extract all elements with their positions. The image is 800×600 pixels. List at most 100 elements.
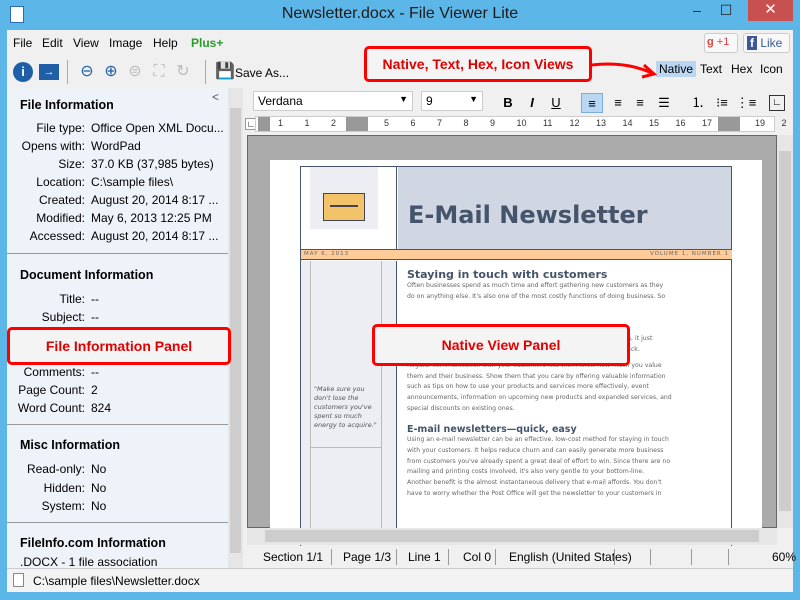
file-path-bar: C:\sample files\Newsletter.docx (7, 568, 793, 592)
zoom-in-icon[interactable]: ⊕ (101, 62, 121, 82)
align-right-icon[interactable]: ≡ (607, 93, 629, 113)
menu-view[interactable]: View (73, 36, 99, 50)
misc-info-label: Hidden: (43, 480, 85, 495)
paragraph-line: have to worry whether the Post Office wi… (407, 489, 662, 497)
tab-hex[interactable]: Hex (728, 61, 755, 77)
tab-text[interactable]: Text (697, 61, 725, 77)
fileinfo-heading: FileInfo.com Information (20, 536, 166, 550)
paragraph-line: mailing and printing costs involved, it'… (407, 468, 645, 476)
ruler-tick-label: 7 (437, 118, 443, 128)
header-banner: E-Mail Newsletter (398, 167, 731, 249)
file-info-value: August 20, 2014 8:17 ... (91, 193, 219, 207)
paragraph-line: do on anything else. It's also one of th… (407, 292, 666, 300)
underline-button[interactable]: U (545, 93, 567, 113)
views-annotation: Native, Text, Hex, Icon Views (364, 46, 592, 82)
document-horizontal-scrollbar[interactable] (247, 528, 777, 545)
bullet-list-icon[interactable]: ⁝≡ (711, 93, 733, 113)
menu-image[interactable]: Image (109, 36, 142, 50)
ruler-tick-label: 14 (622, 118, 633, 128)
justify-icon[interactable]: ☰ (653, 93, 675, 113)
menu-help[interactable]: Help (153, 36, 178, 50)
italic-button[interactable]: I (521, 93, 543, 113)
file-info-label: Opens with: (21, 139, 85, 153)
ruler-tick-label: 13 (596, 118, 607, 128)
ruler-tick-label: 9 (490, 118, 496, 128)
facebook-icon: f (747, 36, 757, 50)
doc-info-value: -- (91, 365, 99, 379)
minimize-button[interactable]: – (683, 0, 711, 21)
paragraph-line: Another benefit is the almost instantane… (407, 479, 662, 486)
paragraph-line: with your customers. It helps reduce chu… (407, 446, 664, 454)
doc-info-value: 824 (91, 401, 112, 415)
file-info-value: Office Open XML Docu... (91, 121, 224, 135)
ruler-margin[interactable] (258, 117, 270, 131)
file-info-label: Created: (38, 193, 85, 207)
ruler-tick-label: 10 (516, 118, 527, 128)
google-plus-button[interactable]: g +1 (704, 33, 738, 53)
menu-file[interactable]: File (13, 36, 32, 50)
paragraph-line: special discounts on existing ones. (407, 404, 515, 412)
font-select[interactable]: Verdana ▼ (253, 91, 413, 111)
envelope-icon (323, 193, 365, 221)
maximize-button[interactable]: ☐ (712, 0, 740, 21)
zoom-out-icon[interactable]: ⊖ (77, 62, 97, 82)
file-info-label: Location: (36, 175, 85, 189)
menu-plus[interactable]: Plus+ (191, 36, 223, 50)
numbered-list-icon[interactable]: ⒈ (687, 93, 709, 113)
close-button[interactable]: ✕ (748, 0, 793, 21)
ruler-margin[interactable] (718, 117, 740, 131)
collapse-panel-button[interactable]: < (212, 90, 219, 104)
ruler-tick-label: 5 (384, 118, 390, 128)
file-association[interactable]: .DOCX - 1 file association (20, 555, 157, 569)
document-vertical-scrollbar[interactable] (777, 135, 793, 528)
open-folder-icon[interactable]: → (39, 64, 59, 80)
sidebar-column: "Make sure you don't lose the customers … (301, 261, 397, 541)
doc-info-value: 2 (91, 383, 98, 397)
save-icon[interactable]: 💾 (215, 62, 235, 82)
tab-stop-icon[interactable]: ∟ (769, 95, 785, 111)
align-center-icon[interactable]: ≡ (629, 93, 651, 113)
status-page: Page 1/3 (343, 550, 392, 564)
ruler-tick-label: 8 (463, 118, 469, 128)
file-info-label: File type: (36, 121, 85, 135)
misc-info-value: No (91, 499, 107, 513)
doc-info-value: -- (91, 310, 99, 324)
bold-button[interactable]: B (497, 93, 519, 113)
paragraph-line: such as tips on how to use your products… (407, 383, 649, 391)
document-icon (13, 573, 24, 587)
tab-icon[interactable]: Icon (757, 61, 786, 77)
save-as-button[interactable]: Save As... (235, 66, 289, 80)
rotate-icon[interactable]: ↻ (173, 62, 193, 82)
menu-edit[interactable]: Edit (42, 36, 63, 50)
ruler-tick-label: 16 (675, 118, 686, 128)
article: Staying in touch with customers Often bu… (407, 268, 727, 499)
ruler[interactable]: 112356789101112131415161718192 (255, 116, 787, 132)
tab-native[interactable]: Native (656, 61, 697, 77)
font-size-select[interactable]: 9 ▼ (421, 91, 483, 111)
paragraph-line: them and their business. Show them that … (407, 372, 666, 380)
doc-info-label: Page Count: (18, 383, 85, 397)
paragraph-line: Using an e-mail newsletter can be an eff… (407, 436, 669, 444)
facebook-like-button[interactable]: f Like (743, 33, 790, 53)
file-path: C:\sample files\Newsletter.docx (33, 574, 200, 588)
misc-info-label: System: (41, 499, 85, 513)
status-zoom: 60% (772, 550, 797, 564)
ruler-tick-label: 6 (410, 118, 416, 128)
article-heading-2: E-mail newsletters—quick, easy (407, 424, 577, 436)
doc-info-heading: Document Information (20, 268, 154, 282)
doc-info-label: Subject: (41, 310, 85, 324)
fit-icon[interactable]: ⛶ (149, 62, 169, 82)
multilevel-list-icon[interactable]: ⋮≡ (735, 93, 757, 113)
ruler-margin[interactable] (346, 117, 368, 131)
ruler-tick-label: 1 (278, 118, 284, 128)
paragraph-line (407, 302, 727, 313)
title-bar: Newsletter.docx - File Viewer Lite – ☐ ✕ (0, 0, 800, 30)
ruler-tick-label: 12 (569, 118, 580, 128)
pull-quote: "Make sure you don't lose the customers … (314, 385, 377, 429)
info-icon[interactable]: i (13, 62, 33, 82)
actual-size-icon[interactable]: ⊜ (125, 62, 145, 82)
align-left-icon[interactable]: ≡ (581, 93, 603, 113)
article-heading-1: Staying in touch with customers (407, 268, 608, 281)
left-panel-scroll-thumb[interactable] (230, 108, 241, 553)
volume-number: VOLUME 1, NUMBER 1 (650, 251, 729, 257)
